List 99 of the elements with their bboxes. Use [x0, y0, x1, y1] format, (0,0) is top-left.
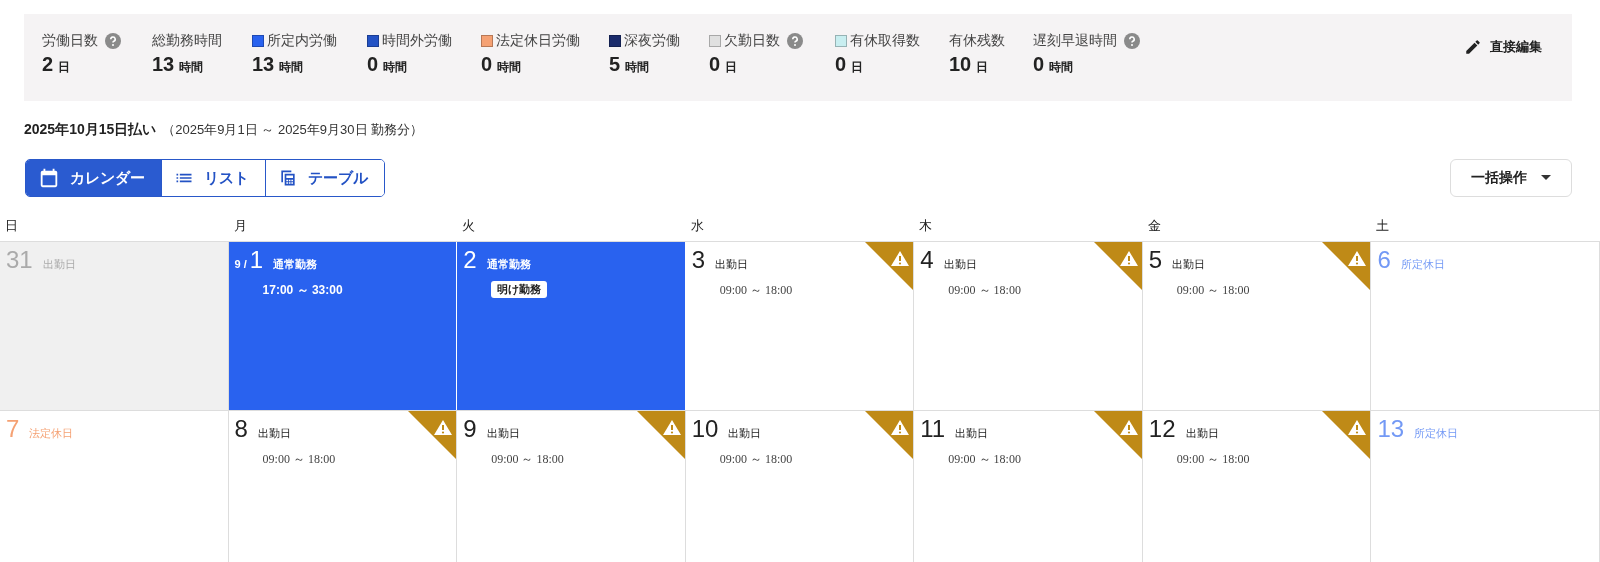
work-hours: 09:00 ～ 18:00 — [948, 282, 1022, 299]
weekday-label: 火 — [462, 218, 476, 233]
weekday-label: 日 — [5, 218, 18, 233]
summary-unit: 時間 — [279, 59, 304, 76]
summary-value: 0 — [367, 53, 379, 76]
day-number: 8 — [234, 415, 248, 443]
day-type: 出勤日 — [257, 426, 291, 441]
weekday-label: 土 — [1376, 218, 1390, 233]
day-type: 出勤日 — [1185, 426, 1219, 441]
day-cell[interactable]: 2 通常勤務 明け勤務 — [457, 242, 686, 410]
summary-value: 0 — [1033, 53, 1045, 76]
work-hours: 09:00 ～ 18:00 — [1176, 282, 1251, 299]
pay-date: 2025年10月15日払い — [24, 121, 157, 139]
work-hours: 09:00 ～ 18:00 — [719, 451, 794, 468]
day-number: 31 — [6, 246, 33, 274]
summary-value: 13 — [252, 53, 275, 76]
day-cell[interactable]: 5 出勤日 09:00 ～ 18:00 — [1142, 242, 1372, 410]
summary-value: 0 — [481, 53, 493, 76]
day-cell[interactable]: 4 出勤日 09:00 ～ 18:00 — [914, 242, 1143, 410]
summary-label: 有休取得数 — [850, 32, 920, 50]
summary-label: 時間外労働 — [382, 32, 452, 50]
day-type: 所定休日 — [1400, 257, 1445, 272]
work-hours: 09:00 ～ 18:00 — [948, 451, 1022, 468]
weekday-label: 木 — [919, 218, 933, 233]
day-cell[interactable]: 9 /1 通常勤務 17:00 ～ 33:00 — [228, 242, 458, 410]
summary-unit: 日 — [851, 59, 864, 76]
summary-label: 深夜労働 — [624, 32, 680, 50]
weekday-label: 月 — [233, 218, 247, 233]
summary-unit: 時間 — [179, 59, 204, 76]
help-icon[interactable] — [105, 33, 121, 49]
help-icon[interactable] — [1124, 33, 1140, 49]
summary-value: 10 — [949, 53, 972, 76]
summary-unit: 日 — [976, 59, 989, 76]
day-type: 出勤日 — [1172, 257, 1206, 272]
weekday-label: 金 — [1147, 218, 1161, 233]
day-type: 出勤日 — [42, 257, 76, 272]
calculator-icon — [278, 168, 298, 188]
summary-value: 0 — [835, 53, 847, 76]
work-hours: 09:00 ～ 18:00 — [491, 451, 565, 468]
summary-label: 有休残数 — [949, 32, 1005, 50]
day-number: 11 — [920, 415, 946, 443]
day-number: 4 — [920, 246, 934, 274]
bulk-action-button[interactable]: 一括操作 — [1450, 159, 1572, 197]
day-cell[interactable]: 12 出勤日 09:00 ～ 18:00 — [1142, 411, 1372, 562]
view-tab[interactable]: テーブル — [265, 160, 384, 196]
summary-value: 13 — [152, 53, 175, 76]
work-hours: 09:00 ～ 18:00 — [262, 451, 337, 468]
summary-label: 法定休日労働 — [496, 32, 580, 50]
pencil-icon — [1464, 38, 1482, 56]
day-cell[interactable]: 3 出勤日 09:00 ～ 18:00 — [685, 242, 915, 410]
day-number: 10 — [691, 415, 719, 443]
view-tab[interactable]: カレンダー — [26, 160, 161, 196]
day-number: 3 — [691, 246, 706, 274]
work-hours: 09:00 ～ 18:00 — [1176, 451, 1251, 468]
shift-tag: 明け勤務 — [491, 281, 548, 298]
day-type: 所定休日 — [1414, 426, 1459, 441]
summary-value: 5 — [609, 53, 621, 76]
summary-unit: 日 — [725, 59, 738, 76]
day-number: 2 — [463, 246, 477, 274]
summary-unit: 時間 — [497, 59, 522, 76]
day-type: 出勤日 — [943, 257, 977, 272]
summary-value: 2 — [42, 53, 54, 76]
summary-label: 所定内労働 — [267, 32, 337, 50]
summary-label: 総勤務時間 — [152, 32, 222, 50]
day-number: 6 — [1377, 246, 1391, 274]
summary-value: 0 — [709, 53, 721, 76]
day-type: 出勤日 — [955, 426, 989, 441]
day-number: 5 — [1148, 246, 1163, 274]
day-type: 通常勤務 — [486, 257, 531, 272]
day-type: 出勤日 — [728, 426, 762, 441]
day-number: 13 — [1377, 415, 1405, 443]
work-hours: 09:00 ～ 18:00 — [719, 282, 794, 299]
day-type: 出勤日 — [715, 257, 749, 272]
day-cell[interactable]: 8 出勤日 09:00 ～ 18:00 — [228, 411, 458, 562]
day-type: 法定休日 — [29, 426, 74, 441]
day-number: 1 — [249, 246, 264, 274]
summary-unit: 時間 — [383, 59, 408, 76]
caret-icon — [1541, 175, 1551, 181]
day-type: 通常勤務 — [273, 257, 318, 272]
day-number: 12 — [1148, 415, 1176, 443]
period-range: （2025年9月1日 ～ 2025年9月30日 勤務分） — [162, 121, 424, 139]
summary-label: 労働日数 — [42, 32, 98, 50]
day-cell[interactable]: 10 出勤日 09:00 ～ 18:00 — [685, 411, 915, 562]
month-prefix: 9 / — [234, 258, 247, 270]
summary-label: 欠勤日数 — [724, 32, 780, 50]
day-type: 出勤日 — [486, 426, 520, 441]
help-icon[interactable] — [787, 33, 803, 49]
edit-button[interactable]: 直接編集 — [1458, 34, 1548, 60]
day-cell[interactable]: 9 出勤日 09:00 ～ 18:00 — [457, 411, 686, 562]
calendar-icon — [38, 167, 60, 189]
summary-label: 遅刻早退時間 — [1033, 32, 1117, 50]
day-number: 9 — [463, 415, 477, 443]
work-hours: 17:00 ～ 33:00 — [262, 282, 344, 299]
summary-unit: 日 — [58, 59, 71, 76]
summary-unit: 時間 — [1049, 59, 1074, 76]
summary-unit: 時間 — [625, 59, 650, 76]
day-cell[interactable]: 11 出勤日 09:00 ～ 18:00 — [914, 411, 1143, 562]
weekday-label: 水 — [690, 218, 704, 233]
day-number: 7 — [6, 415, 20, 443]
